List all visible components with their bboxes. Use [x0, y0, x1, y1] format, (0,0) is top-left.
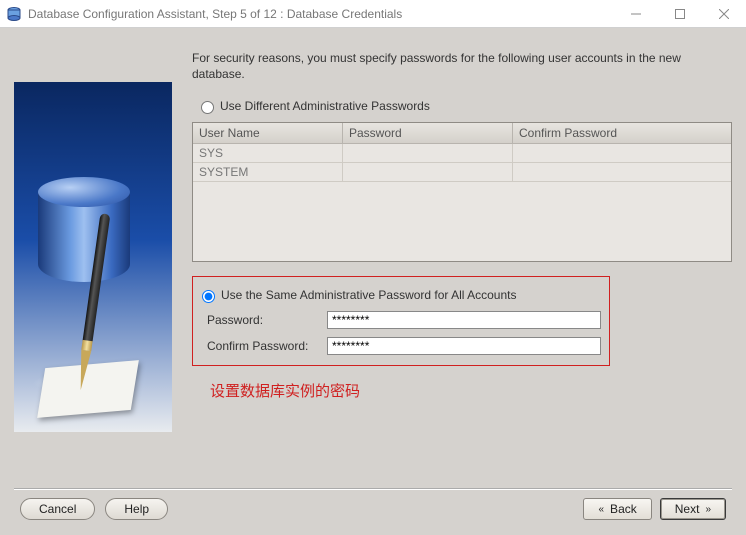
credentials-table: User Name Password Confirm Password SYS …	[192, 122, 732, 262]
radio-different-label: Use Different Administrative Passwords	[220, 99, 430, 113]
maximize-button[interactable]	[658, 0, 702, 28]
table-row: SYSTEM	[193, 163, 731, 182]
password-label: Password:	[207, 313, 327, 327]
radio-same-label: Use the Same Administrative Password for…	[221, 288, 516, 302]
chevron-left-icon: «	[598, 504, 604, 515]
confirm-password-input[interactable]	[327, 337, 601, 355]
col-header-username: User Name	[193, 123, 343, 143]
cell-password[interactable]	[343, 163, 513, 181]
cancel-button[interactable]: Cancel	[20, 498, 95, 520]
cell-confirm[interactable]	[513, 144, 731, 162]
confirm-password-label: Confirm Password:	[207, 339, 327, 353]
password-input[interactable]	[327, 311, 601, 329]
window-controls	[614, 0, 746, 28]
app-icon	[6, 6, 22, 22]
close-button[interactable]	[702, 0, 746, 28]
help-button[interactable]: Help	[105, 498, 168, 520]
title-bar: Database Configuration Assistant, Step 5…	[0, 0, 746, 28]
col-header-password: Password	[343, 123, 513, 143]
chevron-right-icon: »	[705, 504, 711, 515]
window-title: Database Configuration Assistant, Step 5…	[28, 7, 614, 21]
table-row: SYS	[193, 144, 731, 163]
intro-text: For security reasons, you must specify p…	[192, 50, 732, 82]
cell-username: SYS	[193, 144, 343, 162]
wizard-footer: Cancel Help « Back Next »	[14, 488, 732, 528]
main-panel: For security reasons, you must specify p…	[172, 42, 732, 488]
cell-username: SYSTEM	[193, 163, 343, 181]
col-header-confirm: Confirm Password	[513, 123, 731, 143]
radio-different-passwords[interactable]: Use Different Administrative Passwords	[196, 98, 732, 114]
cell-password[interactable]	[343, 144, 513, 162]
radio-same-password[interactable]: Use the Same Administrative Password for…	[197, 287, 601, 303]
highlight-annotation-box: Use the Same Administrative Password for…	[192, 276, 610, 366]
minimize-button[interactable]	[614, 0, 658, 28]
annotation-text: 设置数据库实例的密码	[210, 380, 732, 401]
radio-different-input[interactable]	[201, 101, 214, 114]
next-button[interactable]: Next »	[660, 498, 726, 520]
cell-confirm[interactable]	[513, 163, 731, 181]
back-button[interactable]: « Back	[583, 498, 651, 520]
radio-same-input[interactable]	[202, 290, 215, 303]
wizard-sidebar-image	[14, 82, 172, 432]
